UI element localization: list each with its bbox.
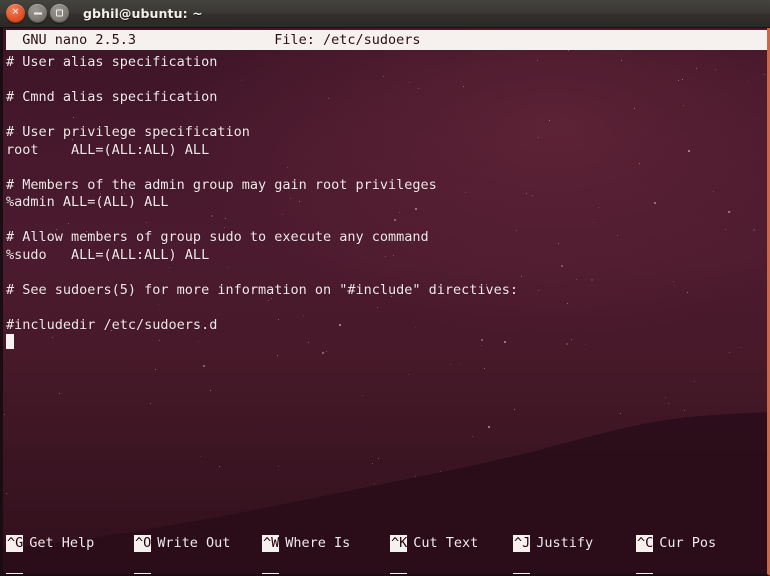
shortcut-item[interactable]: ^C Cur Pos	[636, 534, 716, 553]
editor-line: # Members of the admin group may gain ro…	[6, 176, 437, 193]
editor-line: %sudo ALL=(ALL:ALL) ALL	[6, 246, 210, 263]
minimize-button-icon[interactable]	[28, 4, 47, 23]
shortcut-label: Go To Line	[653, 572, 740, 574]
shortcut-key: ^J	[513, 535, 531, 552]
shortcut-label: Cur Pos	[659, 535, 717, 551]
shortcut-item[interactable]: ^O Write Out	[134, 534, 230, 553]
shortcut-label: Justify	[536, 535, 594, 551]
shortcut-key: ^W	[262, 535, 280, 552]
terminal-body[interactable]: GNU nano 2.5.3 File: /etc/sudoers # User…	[0, 28, 770, 576]
editor-line: # User alias specification	[6, 54, 218, 70]
shortcut-item[interactable]: ^_Go To Line	[636, 572, 741, 574]
shortcut-item[interactable]: ^\Replace	[262, 572, 342, 574]
maximize-button-icon[interactable]	[50, 4, 69, 23]
shortcut-row-2: ^XExit ^RRead File ^\Replace ^UUncut Text ^T…	[6, 553, 767, 574]
editor-line: # See sudoers(5) for more information on…	[6, 281, 519, 298]
shortcut-key: ^G	[6, 535, 24, 552]
nano-shortcut-footer: ^G Get Help ^O Write Out ^W Where Is ^K Cut Tex…	[6, 534, 767, 574]
shortcut-label: Read File	[151, 572, 230, 574]
nano-header-bar: GNU nano 2.5.3 File: /etc/sudoers	[6, 30, 767, 50]
shortcut-item[interactable]: ^G Get Help	[6, 534, 94, 553]
window-controls: ✕	[6, 4, 69, 23]
shortcut-label: Uncut Text	[407, 572, 494, 574]
shortcut-label: Write Out	[157, 535, 231, 551]
close-button-icon[interactable]: ✕	[6, 4, 25, 23]
editor-text-area[interactable]: # User alias specification # Cmnd alias s…	[6, 54, 767, 492]
editor-line: %admin ALL=(ALL) ALL	[6, 194, 169, 210]
shortcut-label: Replace	[279, 572, 342, 574]
editor-line	[6, 334, 767, 352]
shortcut-label: Get Help	[29, 535, 95, 551]
terminal-window: ✕ gbhil@ubuntu: ~ GNU nano 2.5.3 File: /…	[0, 0, 770, 576]
maximize-icon	[56, 9, 63, 17]
shortcut-item[interactable]: ^UUncut Text	[390, 572, 495, 574]
editor-line: # Cmnd alias specification	[6, 89, 218, 105]
editor-line: # Allow members of group sudo to execute…	[6, 229, 429, 245]
window-title: gbhil@ubuntu: ~	[83, 6, 203, 21]
window-titlebar: ✕ gbhil@ubuntu: ~	[0, 0, 770, 28]
shortcut-key: ^K	[390, 535, 408, 552]
shortcut-key: ^C	[636, 535, 654, 552]
shortcut-row-1: ^G Get Help ^O Write Out ^W Where Is ^K Cut Tex…	[6, 534, 767, 553]
shortcut-key: ^O	[134, 535, 152, 552]
text-cursor	[6, 334, 15, 349]
star-speck	[567, 50, 569, 52]
shortcut-label: Cut Text	[413, 535, 479, 551]
close-icon: ✕	[11, 7, 20, 18]
shortcut-label: Exit	[23, 572, 62, 574]
editor-line: #includedir /etc/sudoers.d	[6, 316, 218, 333]
minimize-icon	[33, 12, 42, 14]
editor-line: # User privilege specification	[6, 124, 250, 140]
shortcut-item[interactable]: ^XExit	[6, 572, 62, 574]
shortcut-label: Where Is	[285, 535, 351, 551]
shortcut-item[interactable]: ^J Justify	[513, 534, 593, 553]
shortcut-item[interactable]: ^RRead File	[134, 572, 230, 574]
shortcut-item[interactable]: ^K Cut Text	[390, 534, 478, 553]
editor-line: root ALL=(ALL:ALL) ALL	[6, 141, 210, 158]
shortcut-item[interactable]: ^TTo Spell	[513, 572, 601, 574]
shortcut-item[interactable]: ^W Where Is	[262, 534, 350, 553]
shortcut-label: To Spell	[530, 572, 601, 574]
